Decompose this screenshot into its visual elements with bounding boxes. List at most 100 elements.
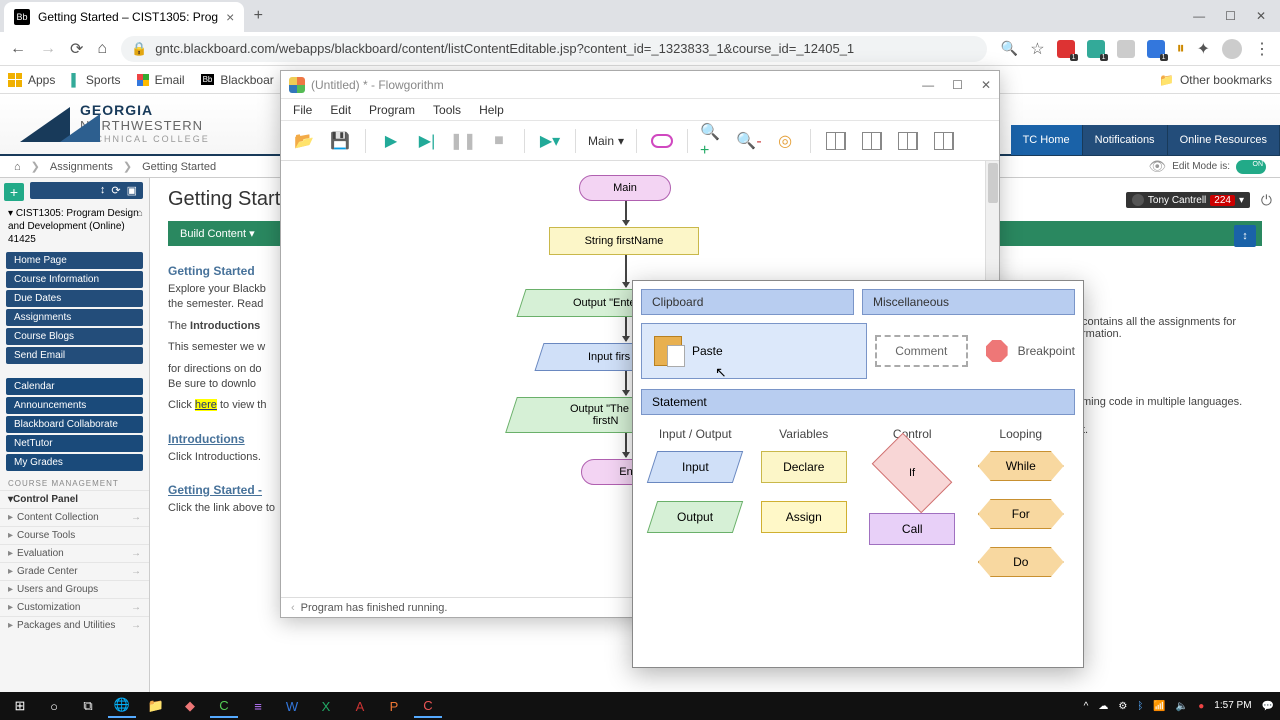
speed-icon[interactable]: ▶▾ [537, 128, 563, 154]
shape-declare[interactable]: Declare [761, 451, 847, 483]
sidebar-link[interactable]: Home Page [6, 252, 143, 269]
cp-item[interactable]: ▸Course Tools [0, 526, 149, 544]
close-icon[interactable]: ✕ [981, 78, 991, 92]
browser-tab[interactable]: Bb Getting Started – CIST1305: Prog × [4, 2, 244, 32]
profile-icon[interactable] [1222, 39, 1242, 59]
sidebar-link[interactable]: NetTutor [6, 435, 143, 452]
menu-edit[interactable]: Edit [330, 103, 351, 117]
start-button[interactable]: ⊞ [6, 694, 34, 718]
taskbar-chrome[interactable]: 🌐 [108, 694, 136, 718]
logout-icon[interactable]: ⏻ [1261, 192, 1272, 209]
sidebar-link[interactable]: Send Email [6, 347, 143, 364]
nav-tab-notifications[interactable]: Notifications [1083, 125, 1168, 155]
taskbar-app[interactable]: C [414, 694, 442, 718]
menu-help[interactable]: Help [479, 103, 504, 117]
node-declare[interactable]: String firstName [549, 227, 699, 255]
home-icon[interactable]: ⌂ [97, 40, 107, 58]
zoom-in-icon[interactable]: 🔍+ [700, 128, 726, 154]
taskbar-app[interactable]: ◆ [176, 694, 204, 718]
taskbar-powerpoint[interactable]: P [380, 694, 408, 718]
cp-item[interactable]: ▸Packages and Utilities→ [0, 616, 149, 634]
open-icon[interactable]: 📂 [291, 128, 317, 154]
tray-bluetooth-icon[interactable]: ᛒ [1137, 701, 1143, 712]
comment-shape[interactable]: Comment [875, 335, 968, 367]
maximize-icon[interactable]: ☐ [952, 78, 963, 92]
add-menu-button[interactable]: + [4, 183, 24, 201]
zoom-icon[interactable]: 🔍 [1001, 40, 1018, 57]
shape-for[interactable]: For [978, 499, 1064, 529]
shape-if[interactable]: If [872, 433, 953, 514]
cp-item[interactable]: ▸Evaluation→ [0, 544, 149, 562]
paste-button[interactable]: Paste [641, 323, 867, 379]
task-view-icon[interactable]: ⧉ [74, 694, 102, 718]
sidebar-link[interactable]: Announcements [6, 397, 143, 414]
menu-tools[interactable]: Tools [433, 103, 461, 117]
course-title[interactable]: ▾ CIST1305: Program Design and Developme… [0, 203, 149, 250]
step-icon[interactable]: ▶| [414, 128, 440, 154]
shape-input[interactable]: Input [647, 451, 743, 483]
close-icon[interactable]: ✕ [1256, 9, 1266, 23]
other-bookmarks[interactable]: 📁Other bookmarks [1159, 73, 1272, 87]
sidebar-link[interactable]: Calendar [6, 378, 143, 395]
nav-tab-home[interactable]: TC Home [1011, 125, 1083, 155]
expand-icon[interactable]: ▣ [127, 184, 137, 197]
reorder-button[interactable]: ↕ [1234, 225, 1256, 247]
menu-program[interactable]: Program [369, 103, 415, 117]
user-badge[interactable]: Tony Cantrell224▾ [1126, 192, 1250, 208]
home-icon[interactable]: ⌂ [137, 207, 143, 220]
refresh-icon[interactable]: ⟳ [111, 184, 120, 197]
minimize-icon[interactable]: — [1193, 9, 1205, 23]
tab-close-icon[interactable]: × [226, 9, 234, 25]
back-icon[interactable]: ← [10, 40, 26, 58]
shape-icon[interactable] [649, 128, 675, 154]
fit-icon[interactable]: ◎ [772, 128, 798, 154]
student-preview-icon[interactable]: 👁 [1148, 158, 1166, 175]
here-link[interactable]: here [195, 399, 217, 411]
shape-output[interactable]: Output [647, 501, 743, 533]
edit-mode-toggle[interactable] [1236, 160, 1266, 174]
pause-icon[interactable]: ❚❚ [450, 128, 476, 154]
maximize-icon[interactable]: ☐ [1225, 9, 1236, 23]
shape-while[interactable]: While [978, 451, 1064, 481]
address-bar[interactable]: 🔒 gntc.blackboard.com/webapps/blackboard… [121, 36, 987, 62]
sidebar-link[interactable]: Blackboard Collaborate [6, 416, 143, 433]
extensions-icon[interactable]: ✦ [1197, 39, 1210, 59]
node-main[interactable]: Main [579, 175, 671, 201]
sidebar-link[interactable]: Course Information [6, 271, 143, 288]
tray-icon[interactable]: ☁ [1098, 701, 1108, 712]
cp-item[interactable]: ▸Users and Groups [0, 580, 149, 598]
tray-clock[interactable]: 1:57 PM [1214, 701, 1251, 711]
reorder-icon[interactable]: ↕ [100, 184, 106, 197]
tray-wifi-icon[interactable]: 📶 [1153, 701, 1165, 712]
tray-notifications-icon[interactable]: 💬 [1262, 701, 1274, 712]
layout-icon[interactable] [895, 128, 921, 154]
breadcrumb-assignments[interactable]: Assignments [50, 161, 113, 173]
taskbar-app[interactable]: C [210, 694, 238, 718]
reload-icon[interactable]: ⟳ [70, 39, 83, 59]
extension-icon[interactable]: 1 [1057, 40, 1075, 58]
search-icon[interactable]: ○ [40, 694, 68, 718]
home-crumb-icon[interactable]: ⌂ [14, 161, 21, 173]
taskbar-app[interactable]: ≡ [244, 694, 272, 718]
bookmark-email[interactable]: Email [137, 73, 185, 87]
cp-item[interactable]: ▸Grade Center→ [0, 562, 149, 580]
run-icon[interactable]: ▶ [378, 128, 404, 154]
menu-icon[interactable]: ⋮ [1254, 39, 1270, 59]
layout-icon[interactable] [859, 128, 885, 154]
layout-icon[interactable] [931, 128, 957, 154]
tray-volume-icon[interactable]: 🔈 [1176, 701, 1188, 712]
forward-icon[interactable]: → [40, 40, 56, 58]
stop-icon[interactable]: ■ [486, 128, 512, 154]
shape-assign[interactable]: Assign [761, 501, 847, 533]
apps-shortcut[interactable]: Apps [8, 73, 55, 87]
sidebar-link[interactable]: My Grades [6, 454, 143, 471]
control-panel[interactable]: ▾ Control Panel [0, 490, 149, 508]
taskbar-excel[interactable]: X [312, 694, 340, 718]
extension-icon[interactable]: 1 [1087, 40, 1105, 58]
tray-icon[interactable]: ● [1198, 701, 1204, 712]
star-icon[interactable]: ☆ [1030, 39, 1044, 59]
breakpoint-shape[interactable]: Breakpoint [986, 340, 1075, 362]
nav-tab-resources[interactable]: Online Resources [1168, 125, 1280, 155]
build-content-button[interactable]: Build Content ▾ [180, 227, 255, 240]
tray-up-icon[interactable]: ^ [1084, 701, 1089, 712]
